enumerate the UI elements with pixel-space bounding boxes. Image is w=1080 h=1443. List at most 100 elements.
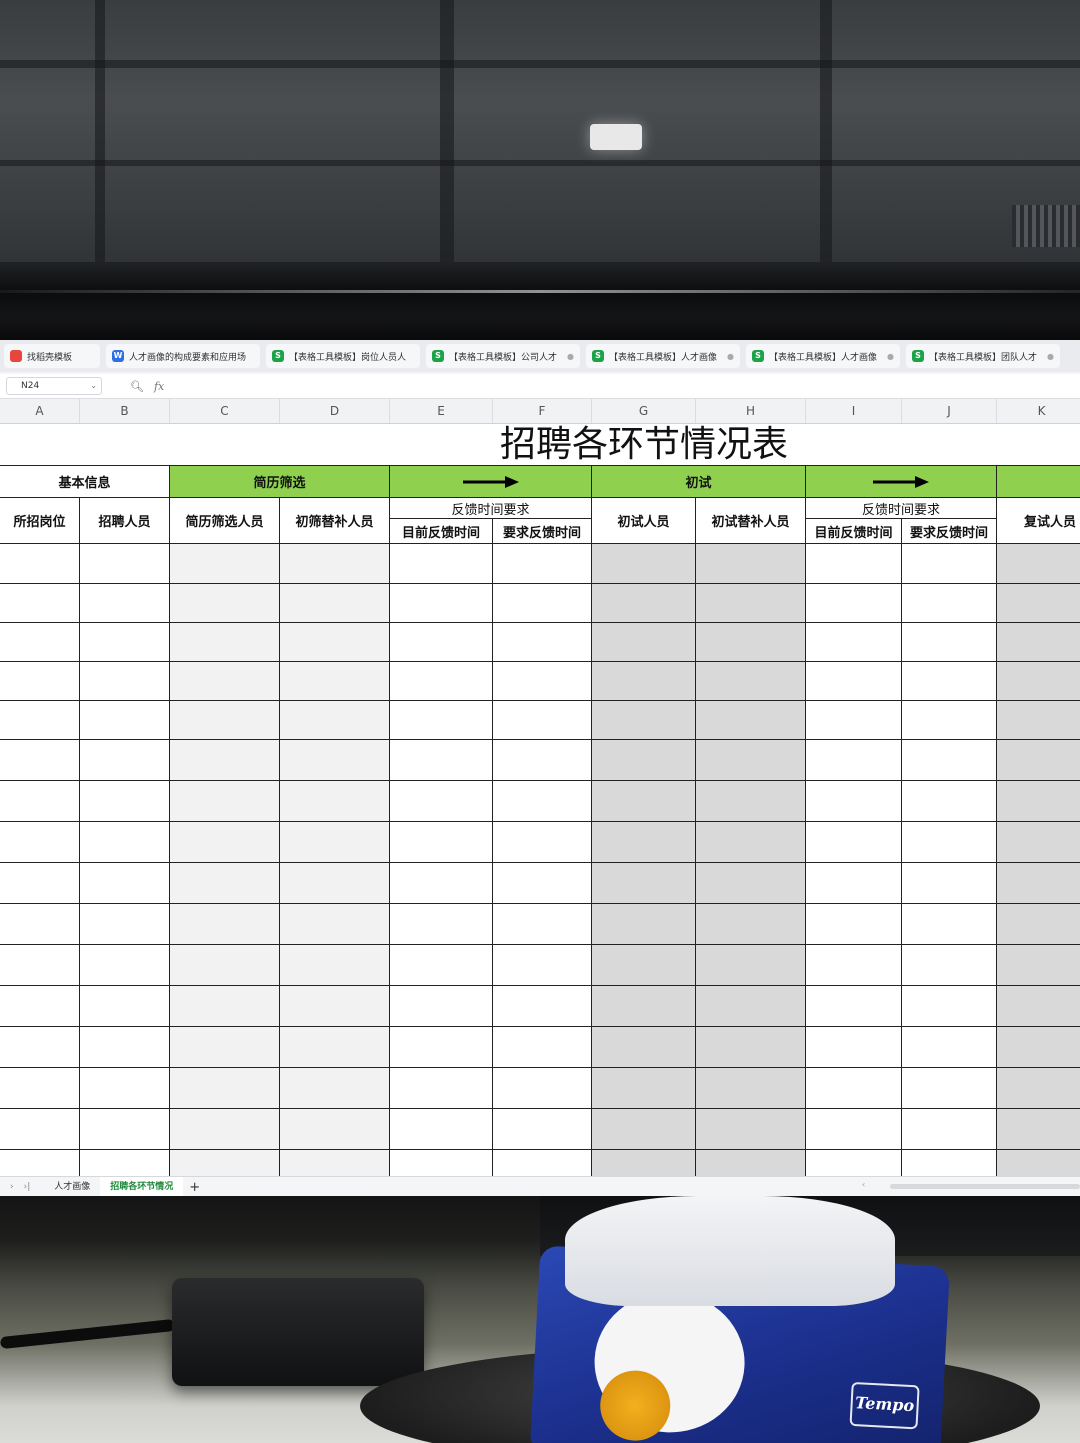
sheet-icon: S: [432, 350, 444, 362]
formula-input[interactable]: [176, 376, 1080, 396]
column-header-d[interactable]: D: [280, 399, 390, 423]
data-grid[interactable]: [0, 544, 1080, 1176]
zoom-icon[interactable]: 🔍︎: [130, 380, 144, 393]
header-position[interactable]: 所招岗位: [0, 498, 80, 544]
ceiling-beam: [0, 160, 1080, 166]
ceiling-background: [0, 0, 1080, 290]
grid-row-line: [0, 1108, 1080, 1109]
grid-column[interactable]: [997, 544, 1080, 1176]
header-label: 初试人员: [617, 515, 670, 530]
chevron-down-icon[interactable]: ⌄: [90, 378, 97, 394]
arrow-right-icon: [462, 475, 519, 488]
group-resume-screening[interactable]: 简历筛选: [170, 466, 390, 498]
header-current-feedback-2[interactable]: 目前反馈时间: [806, 519, 902, 544]
column-header-k[interactable]: K: [997, 399, 1080, 423]
header-current-feedback[interactable]: 目前反馈时间: [390, 519, 493, 544]
document-tab[interactable]: 找稻壳模板: [4, 344, 100, 368]
column-header-j[interactable]: J: [902, 399, 997, 423]
grid-column[interactable]: [80, 544, 170, 1176]
formula-bar: N24 ⌄ 🔍︎ fx: [0, 374, 1080, 399]
header-feedback-requirement-2[interactable]: 反馈时间要求: [806, 498, 997, 519]
document-tab-title: 【表格工具模板】公司人才: [449, 352, 558, 363]
grid-row-line: [0, 622, 1080, 623]
column-header-g[interactable]: G: [592, 399, 696, 423]
document-tab-title: 【表格工具模板】岗位人员人: [289, 352, 407, 363]
power-cable: [0, 1318, 176, 1350]
header-feedback-requirement[interactable]: 反馈时间要求: [390, 498, 592, 519]
column-header-b[interactable]: B: [80, 399, 170, 423]
header-label: 复试人员: [1024, 515, 1077, 530]
wps-docer-icon: [10, 350, 22, 362]
header-second-interviewee[interactable]: 复试人员: [997, 498, 1080, 544]
close-icon[interactable]: ●: [567, 352, 574, 361]
document-tab-bar: 找稻壳模板 W 人才画像的构成要素和应用场 S 【表格工具模板】岗位人员人 S 【表格工具模…: [0, 340, 1080, 372]
header-first-interviewee[interactable]: 初试人员: [592, 498, 696, 544]
header-recruiter[interactable]: 招聘人员: [80, 498, 170, 544]
sheet-tab[interactable]: 人才画像: [44, 1177, 100, 1196]
grid-row-line: [0, 862, 1080, 863]
header-label: 简历筛选人员: [185, 515, 264, 530]
arrow-cell[interactable]: [806, 466, 997, 498]
header-label: 反馈时间要求: [451, 502, 530, 518]
fx-icon[interactable]: fx: [154, 380, 164, 393]
column-header-bar: ABCDEFGHIJK: [0, 399, 1080, 424]
document-tab[interactable]: S 【表格工具模板】岗位人员人: [266, 344, 420, 368]
grid-column[interactable]: [493, 544, 592, 1176]
column-header-e[interactable]: E: [390, 399, 493, 423]
grid-row-line: [0, 985, 1080, 986]
last-sheet-icon[interactable]: ›|: [24, 1182, 31, 1192]
column-header-a[interactable]: A: [0, 399, 80, 423]
word-doc-icon: W: [112, 350, 124, 362]
close-icon[interactable]: ●: [727, 352, 734, 361]
group-first-interview[interactable]: 初试: [592, 466, 806, 498]
sheet-title[interactable]: 招聘各环节情况表: [500, 424, 788, 466]
header-required-feedback-2[interactable]: 要求反馈时间: [902, 519, 997, 544]
document-tab[interactable]: S 【表格工具模板】公司人才 ●: [426, 344, 580, 368]
header-label: 要求反馈时间: [502, 525, 581, 541]
sheet-tab-list: 人才画像 招聘各环节情况: [44, 1177, 184, 1196]
power-adapter: [172, 1278, 424, 1386]
grid-column[interactable]: [806, 544, 902, 1176]
spreadsheet-app: 找稻壳模板 W 人才画像的构成要素和应用场 S 【表格工具模板】岗位人员人 S 【表格工具模…: [0, 340, 1080, 1196]
document-tab[interactable]: W 人才画像的构成要素和应用场: [106, 344, 260, 368]
column-header-c[interactable]: C: [170, 399, 280, 423]
header-required-feedback[interactable]: 要求反馈时间: [493, 519, 592, 544]
close-icon[interactable]: ●: [887, 352, 894, 361]
sheet-icon: S: [592, 350, 604, 362]
grid-column[interactable]: [696, 544, 806, 1176]
sheet-icon: S: [752, 350, 764, 362]
chevron-right-icon[interactable]: ›: [10, 1182, 14, 1192]
add-sheet-button[interactable]: +: [189, 1180, 200, 1195]
group-basic-info[interactable]: 基本信息: [0, 466, 170, 498]
document-tab[interactable]: S 【表格工具模板】人才画像 ●: [586, 344, 740, 368]
grid-row-line: [0, 944, 1080, 945]
document-tab[interactable]: S 【表格工具模板】团队人才 ●: [906, 344, 1060, 368]
header-screened[interactable]: 简历筛选人员: [170, 498, 280, 544]
grid-column[interactable]: [902, 544, 997, 1176]
document-tab[interactable]: S 【表格工具模板】人才画像 ●: [746, 344, 900, 368]
horizontal-scrollbar[interactable]: [890, 1184, 1080, 1189]
grid-column[interactable]: [280, 544, 390, 1176]
worksheet[interactable]: 招聘各环节情况表 基本信息 简历筛选 初试 所招岗位 招聘人员 简历筛选人员 初…: [0, 424, 1080, 1176]
sheet-tab-bar: › ›| 人才画像 招聘各环节情况 + ‹: [0, 1176, 1080, 1196]
name-box-value: N24: [21, 381, 40, 391]
header-first-substitute[interactable]: 初试替补人员: [696, 498, 806, 544]
group-second-interview[interactable]: [997, 466, 1080, 498]
ceiling-beam: [0, 60, 1080, 68]
header-screen-substitute[interactable]: 初筛替补人员: [280, 498, 390, 544]
arrow-cell[interactable]: [390, 466, 592, 498]
close-icon[interactable]: ●: [1047, 352, 1054, 361]
document-tab-title: 【表格工具模板】人才画像: [609, 352, 718, 363]
scroll-left-icon[interactable]: ‹: [862, 1180, 865, 1189]
name-box[interactable]: N24 ⌄: [6, 377, 102, 395]
grid-column[interactable]: [390, 544, 493, 1176]
column-header-h[interactable]: H: [696, 399, 806, 423]
column-header-f[interactable]: F: [493, 399, 592, 423]
column-header-i[interactable]: I: [806, 399, 902, 423]
grid-column[interactable]: [592, 544, 696, 1176]
grid-row-line: [0, 1026, 1080, 1027]
grid-column[interactable]: [170, 544, 280, 1176]
sheet-tab[interactable]: 招聘各环节情况: [100, 1177, 184, 1196]
grid-row-line: [0, 583, 1080, 584]
grid-column[interactable]: [0, 544, 80, 1176]
